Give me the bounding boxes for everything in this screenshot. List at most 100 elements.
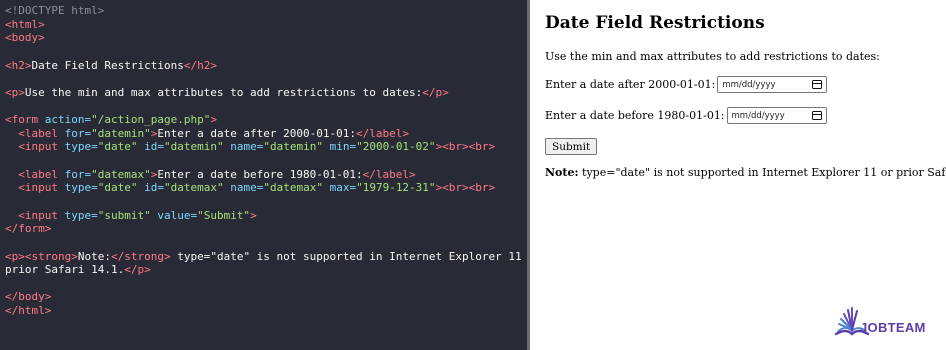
code-token: for= bbox=[64, 126, 92, 140]
code-token: "datemin" bbox=[163, 140, 224, 154]
calendar-icon[interactable] bbox=[811, 111, 822, 120]
code-token: Note: bbox=[77, 249, 111, 263]
code-line: <input type="date" id="datemin" name="da… bbox=[5, 140, 527, 154]
code-token: "datemax" bbox=[163, 181, 224, 195]
code-lines: <!DOCTYPE html> <html> <body> <h2>Date Fie… bbox=[5, 4, 530, 318]
code-token: </body> bbox=[5, 290, 52, 304]
calendar-icon[interactable] bbox=[812, 80, 823, 89]
code-token: > bbox=[210, 113, 217, 127]
code-token: "/action_page.php" bbox=[91, 113, 211, 127]
code-token: for= bbox=[64, 167, 92, 181]
code-line: <body> bbox=[5, 31, 527, 45]
code-token: <input bbox=[18, 140, 65, 154]
code-line: <input type="submit" value="Submit"> bbox=[5, 208, 527, 223]
code-token: <body> bbox=[5, 31, 45, 45]
datemax-row: Enter a date before 1980-01-01: mm/dd/yy… bbox=[545, 107, 827, 124]
datemin-placeholder: mm/dd/yyyy bbox=[722, 79, 776, 90]
datemax-label: Enter a date before 1980-01-01: bbox=[545, 109, 725, 122]
code-line: <form action="/action_page.php"> bbox=[5, 113, 527, 127]
code-editor[interactable]: <!DOCTYPE html> <html> <body> <h2>Date Fie… bbox=[0, 0, 530, 350]
jobteam-logo: JOBTEAM bbox=[832, 302, 942, 346]
datemin-input[interactable]: mm/dd/yyyy bbox=[717, 76, 828, 93]
code-token: <!DOCTYPE html> bbox=[5, 4, 105, 17]
code-token: <input bbox=[18, 208, 65, 222]
code-token: </p> bbox=[422, 85, 449, 99]
code-token: "1979-12-31" bbox=[356, 181, 436, 195]
page-title: Date Field Restrictions bbox=[545, 13, 765, 33]
note-text: Note: type="date" is not supported in In… bbox=[545, 166, 946, 179]
code-token: value= bbox=[150, 208, 198, 222]
note-label: Note: bbox=[545, 166, 579, 179]
code-token: id= bbox=[137, 181, 164, 195]
code-token: max= bbox=[322, 181, 357, 195]
code-token: </html> bbox=[5, 304, 52, 318]
code-line: <p><strong>Note:</strong> type="date" is… bbox=[5, 249, 530, 264]
datemax-placeholder: mm/dd/yyyy bbox=[731, 110, 785, 121]
datemax-input[interactable]: mm/dd/yyyy bbox=[726, 107, 827, 124]
code-token: </label> bbox=[356, 126, 410, 140]
code-token: name= bbox=[223, 140, 264, 154]
code-line: <p>Use the min and max attributes to add… bbox=[5, 85, 527, 100]
code-token: </p> bbox=[124, 263, 151, 277]
code-line: <label for="datemax">Enter a date before… bbox=[5, 167, 527, 182]
code-token: Enter a date after 2000-01-01: bbox=[157, 126, 357, 140]
code-token: <html> bbox=[5, 17, 45, 31]
code-token: ><br><br> bbox=[435, 140, 496, 154]
code-token: > bbox=[250, 208, 257, 222]
code-token: Date Field Restrictions bbox=[31, 58, 184, 72]
code-line: prior Safari 14.1.</p> bbox=[5, 263, 527, 277]
code-token: "date" bbox=[97, 181, 138, 195]
code-token: </strong> bbox=[110, 249, 171, 263]
code-line: </body> bbox=[5, 290, 527, 304]
code-token: <input bbox=[18, 181, 65, 195]
code-token: min= bbox=[322, 140, 357, 154]
code-token: type= bbox=[64, 181, 98, 195]
code-token: prior Safari 14.1. bbox=[5, 263, 125, 277]
code-token: <form bbox=[5, 113, 45, 127]
code-token: <label bbox=[18, 126, 65, 140]
code-token: <p><strong> bbox=[5, 249, 78, 263]
note-body: type="date" is not supported in Internet… bbox=[582, 166, 946, 179]
code-line: <!DOCTYPE html> bbox=[5, 4, 527, 18]
code-token: name= bbox=[223, 181, 264, 195]
code-token: type= bbox=[64, 140, 98, 154]
submit-button[interactable]: Submit bbox=[545, 138, 598, 155]
logo-text: JOBTEAM bbox=[860, 320, 926, 335]
result-preview: Date Field Restrictions Use the min and … bbox=[545, 0, 946, 350]
datemin-label: Enter a date after 2000-01-01: bbox=[545, 78, 716, 91]
code-token: type="date" is not supported in Internet… bbox=[170, 249, 530, 263]
code-token: <label bbox=[18, 167, 65, 181]
datemin-row: Enter a date after 2000-01-01: mm/dd/yyy… bbox=[545, 76, 828, 93]
code-token: </h2> bbox=[183, 58, 217, 72]
code-token: "submit" bbox=[97, 208, 151, 222]
code-line: <input type="date" id="datemax" name="da… bbox=[5, 181, 527, 195]
code-line: </form> bbox=[5, 222, 527, 236]
code-line: <h2>Date Field Restrictions</h2> bbox=[5, 58, 527, 73]
code-line: <html> bbox=[5, 17, 527, 32]
code-token: <p> bbox=[5, 85, 25, 99]
code-token: action= bbox=[44, 113, 92, 127]
code-token: </label> bbox=[362, 167, 416, 181]
code-token: "date" bbox=[97, 140, 138, 154]
code-token: Use the min and max attributes to add re… bbox=[24, 85, 423, 99]
code-token: type= bbox=[64, 208, 98, 222]
code-token: id= bbox=[137, 140, 164, 154]
code-token: "datemin" bbox=[263, 140, 323, 154]
code-token: "datemax" bbox=[263, 181, 323, 195]
code-token: "datemax" bbox=[91, 167, 151, 181]
code-token: </form> bbox=[5, 222, 52, 236]
code-token: "2000-01-02" bbox=[356, 140, 436, 154]
code-token: ><br><br> bbox=[435, 181, 496, 195]
code-line: <label for="datemin">Enter a date after … bbox=[5, 126, 527, 141]
